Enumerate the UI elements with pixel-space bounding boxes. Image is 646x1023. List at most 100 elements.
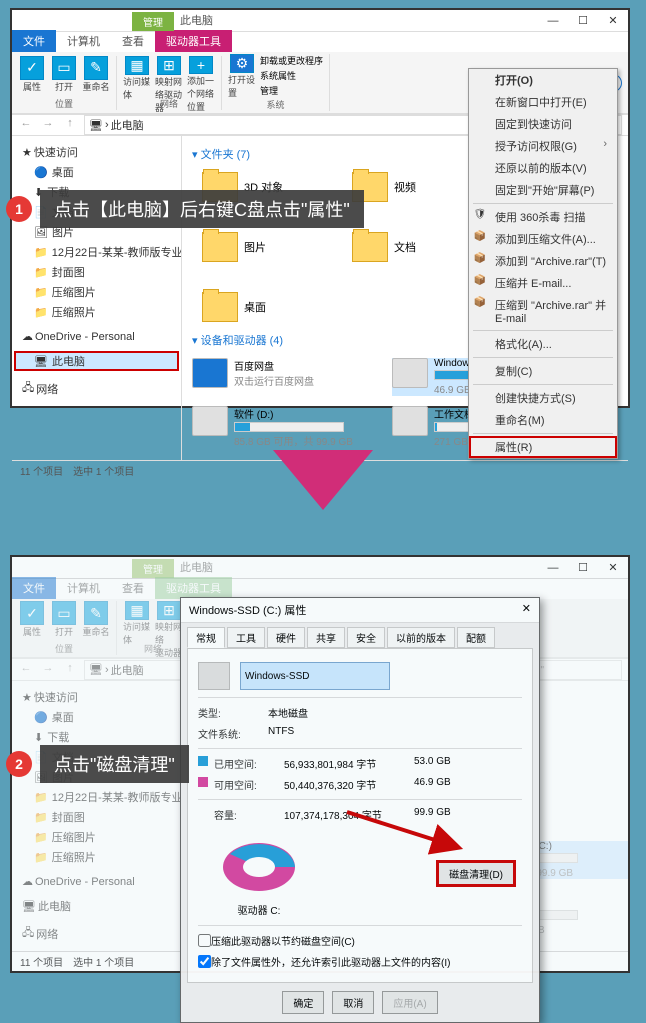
tab-computer[interactable]: 计算机 [56, 30, 111, 52]
drive-icon [192, 406, 228, 436]
dtab-security[interactable]: 安全 [347, 627, 385, 648]
index-checkbox[interactable] [198, 954, 211, 969]
maximize-button[interactable]: ☐ [568, 557, 598, 579]
ribbon-uninstall[interactable]: 卸载或更改程序 [260, 54, 323, 67]
tab-computer[interactable]: 计算机 [56, 577, 111, 599]
ribbon-settings[interactable]: ⚙打开设置 [228, 54, 256, 94]
cm-scan[interactable]: 🛡使用 360杀毒 扫描 [469, 206, 617, 228]
title-manage: 管理 [132, 12, 174, 31]
apply-button[interactable]: 应用(A) [382, 991, 437, 1014]
netdrive-icon [192, 358, 228, 388]
dtab-sharing[interactable]: 共享 [307, 627, 345, 648]
pc-icon: 🖥 [89, 119, 103, 132]
path-box[interactable]: 🖥 › 此电脑 [84, 115, 476, 135]
tab-file[interactable]: 文件 [12, 30, 56, 52]
cm-archive2[interactable]: 📦添加到 "Archive.rar"(T) [469, 250, 617, 272]
cm-open-new[interactable]: 在新窗口中打开(E) [469, 91, 617, 113]
archive-icon: 📦 [473, 275, 487, 289]
ribbon-sysprops[interactable]: 系统属性 [260, 69, 323, 82]
dialog-close-button[interactable]: ✕ [522, 602, 531, 618]
ribbon-media[interactable]: ▦访问媒体 [123, 56, 151, 96]
minimize-button[interactable]: — [538, 557, 568, 579]
dtab-prev[interactable]: 以前的版本 [387, 627, 455, 648]
sidebar-quick-access[interactable]: ★ 快速访问 [14, 142, 179, 162]
ok-button[interactable]: 确定 [282, 991, 324, 1014]
cm-shortcut[interactable]: 创建快捷方式(S) [469, 387, 617, 409]
sidebar-item-folder3[interactable]: 📁 压缩图片 [14, 282, 179, 302]
context-menu: 打开(O) 在新窗口中打开(E) 固定到快速访问 授予访问权限(G)› 还原以前… [468, 68, 618, 459]
ribbon-properties[interactable]: ✓属性 [18, 56, 46, 96]
ribbon-addnet[interactable]: +添加一个网络位置 [187, 56, 215, 96]
archive-icon: 📦 [473, 253, 487, 267]
red-arrow-icon [342, 807, 472, 857]
tab-view[interactable]: 查看 [111, 30, 155, 52]
step-badge-1: 1 [6, 196, 32, 222]
close-button[interactable]: ✕ [598, 557, 628, 579]
cm-open[interactable]: 打开(O) [469, 69, 617, 91]
sidebar-item-desktop[interactable]: 🔵 桌面 [14, 162, 179, 182]
sidebar-network[interactable]: 🖧 网络 [14, 377, 179, 400]
cm-archive3[interactable]: 📦压缩并 E-mail... [469, 272, 617, 294]
cm-format[interactable]: 格式化(A)... [469, 333, 617, 355]
down-arrow-icon [273, 450, 373, 510]
nav-up-icon[interactable]: ↑ [62, 117, 78, 133]
callout-2: 2 点击"磁盘清理" [6, 745, 189, 783]
titlebar: — ☐ ✕ [12, 10, 628, 32]
close-button[interactable]: ✕ [598, 10, 628, 32]
minimize-button[interactable]: — [538, 10, 568, 32]
usage-pie-chart [204, 829, 314, 899]
folder-desktop[interactable]: 桌面 [202, 292, 312, 322]
cm-copy[interactable]: 复制(C) [469, 360, 617, 382]
title-app: 此电脑 [180, 559, 213, 578]
sidebar-item-folder1[interactable]: 📁 12月22日-某某-教师版专业一·连"十三级… [14, 242, 179, 262]
cm-pin-start[interactable]: 固定到"开始"屏幕(P) [469, 179, 617, 201]
ribbon-group-system: 系统 [267, 98, 285, 111]
dtab-tools[interactable]: 工具 [227, 627, 265, 648]
tab-drivetools[interactable]: 驱动器工具 [155, 577, 232, 599]
tab-drivetools[interactable]: 驱动器工具 [155, 30, 232, 52]
step-badge-2: 2 [6, 751, 32, 777]
title-app: 此电脑 [180, 12, 213, 31]
disk-cleanup-button[interactable]: 磁盘清理(D) [436, 860, 516, 887]
nav-back-icon[interactable]: ← [18, 117, 34, 133]
compress-checkbox[interactable] [198, 933, 211, 948]
sidebar-this-pc[interactable]: 🖥 此电脑 [14, 351, 179, 371]
sidebar-onedrive[interactable]: ☁ OneDrive - Personal [14, 328, 179, 345]
tab-view[interactable]: 查看 [111, 577, 155, 599]
drive-d[interactable]: 软件 (D:)85.8 GB 可用，共 99.9 GB [192, 406, 372, 448]
cm-archive1[interactable]: 📦添加到压缩文件(A)... [469, 228, 617, 250]
drive-icon [392, 358, 428, 388]
title-manage: 管理 [132, 559, 174, 578]
dtab-general[interactable]: 常规 [187, 627, 225, 648]
sidebar-item-folder2[interactable]: 📁 封面图 [14, 262, 179, 282]
archive-icon: 📦 [473, 297, 487, 311]
drive-baidu[interactable]: 百度网盘双击运行百度网盘 [192, 358, 372, 396]
ribbon-manage[interactable]: 管理 [260, 84, 323, 97]
tab-file[interactable]: 文件 [12, 577, 56, 599]
ribbon-mapdrive[interactable]: ⊞映射网络驱动器 [155, 56, 183, 96]
nav-fwd-icon[interactable]: → [40, 117, 56, 133]
folder-documents[interactable]: 文档 [352, 232, 462, 262]
cm-properties[interactable]: 属性(R) [469, 436, 617, 458]
cm-restore[interactable]: 还原以前的版本(V) [469, 157, 617, 179]
dialog-title: Windows-SSD (C:) 属性 [189, 602, 306, 618]
cancel-button[interactable]: 取消 [332, 991, 374, 1014]
sidebar-item-folder4[interactable]: 📁 压缩照片 [14, 302, 179, 322]
cm-rename[interactable]: 重命名(M) [469, 409, 617, 431]
folder-pictures[interactable]: 图片 [202, 232, 312, 262]
drive-name-input[interactable] [240, 662, 390, 690]
drive-icon [198, 662, 230, 690]
ribbon-open[interactable]: ▭打开 [50, 56, 78, 96]
cm-archive4[interactable]: 📦压缩到 "Archive.rar" 并 E-mail [469, 294, 617, 328]
used-swatch [198, 756, 208, 766]
cm-grant[interactable]: 授予访问权限(G)› [469, 135, 617, 157]
ribbon-tabs: 文件 计算机 查看 驱动器工具 [12, 32, 628, 52]
ribbon-group-network: 网络 [160, 97, 178, 110]
cm-pin-quick[interactable]: 固定到快速访问 [469, 113, 617, 135]
free-swatch [198, 777, 208, 787]
dtab-quota[interactable]: 配额 [457, 627, 495, 648]
folder-videos[interactable]: 视频 [352, 172, 462, 202]
ribbon-rename[interactable]: ✎重命名 [82, 56, 110, 96]
dtab-hardware[interactable]: 硬件 [267, 627, 305, 648]
maximize-button[interactable]: ☐ [568, 10, 598, 32]
